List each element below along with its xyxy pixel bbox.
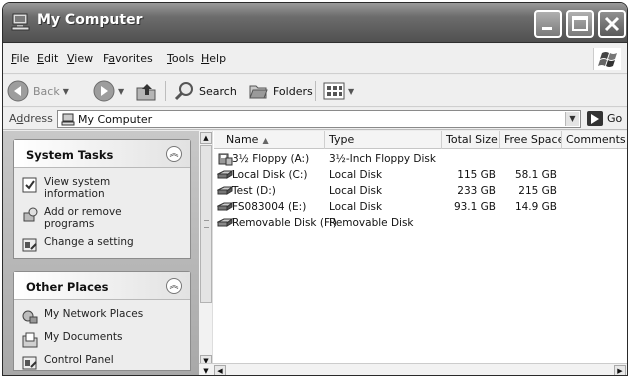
drive-row[interactable]: Local Disk (C:) Local Disk 115 GB 58.1 G… [214,168,627,184]
drive-row[interactable]: Test (D:) Local Disk 233 GB 215 GB [214,184,627,200]
address-input[interactable]: My Computer ▼ [57,110,581,128]
explorer-window: My Computer File Edit View Favorites Too… [2,2,628,376]
task-view-system-info[interactable]: View system information [14,176,190,200]
sort-ascending-icon: ▲ [262,136,269,145]
close-button[interactable] [598,10,626,38]
my-computer-icon [11,13,30,31]
minimize-icon [542,27,552,30]
column-comments[interactable]: Comments [562,131,627,149]
place-control-panel[interactable]: Control Panel [14,354,190,371]
folders-icon [249,85,268,99]
task-change-setting[interactable]: Change a setting [14,236,190,253]
info-icon [22,177,37,193]
floppy-icon [218,153,233,166]
system-tasks-panel: System Tasks ︽ View system information Ad… [13,139,191,259]
collapse-chevron-icon[interactable]: ︽ [166,278,182,294]
back-arrow-icon [7,80,29,102]
toolbar-separator [315,81,316,101]
my-computer-icon [61,113,75,126]
views-dropdown-icon[interactable]: ▼ [348,87,354,96]
toolbar-separator [165,81,166,101]
back-button[interactable]: Back ▼ [7,79,69,103]
views-grid-icon [323,82,345,100]
drive-row[interactable]: 3½ Floppy (A:) 3½-Inch Floppy Disk [214,152,627,168]
disk-icon [217,201,233,211]
maximize-button[interactable] [566,10,594,38]
go-arrow-icon [587,111,603,126]
network-icon [22,310,38,324]
search-icon [174,82,193,101]
control-panel-icon [22,356,37,370]
column-total-size[interactable]: Total Size [442,131,500,149]
scroll-thumb[interactable] [200,145,212,303]
forward-dropdown-icon[interactable]: ▼ [118,87,124,96]
other-places-panel: Other Places ︽ My Network Places My Docu… [13,271,191,371]
address-label: Address [9,112,53,125]
menu-help[interactable]: Help [201,52,226,65]
disk-icon [217,185,233,195]
up-folder-icon [136,84,156,101]
control-panel-icon [22,238,37,252]
column-type[interactable]: Type [325,131,442,149]
menu-file[interactable]: File [11,52,29,65]
search-button[interactable]: Search [173,79,237,103]
column-header: Name ▲ Type Total Size Free Space Comment… [214,131,627,149]
title-bar[interactable]: My Computer [3,3,627,43]
documents-icon [22,332,38,348]
forward-button[interactable]: ▼ [93,79,124,103]
menu-tools[interactable]: Tools [167,52,194,65]
file-list-pane: ▲ ▼ Name ▲ Type Total Size Free Space Com… [199,131,627,375]
removable-icon [217,217,233,227]
task-add-remove-programs[interactable]: Add or remove programs [14,206,190,230]
place-my-documents[interactable]: My Documents [14,331,190,348]
system-tasks-header[interactable]: System Tasks ︽ [14,140,190,168]
vertical-scrollbar[interactable]: ▲ ▼ [199,131,213,367]
minimize-button[interactable] [534,10,562,38]
scroll-right-arrow-icon[interactable]: ▶ [614,365,626,375]
address-dropdown-icon[interactable]: ▼ [565,112,579,126]
other-places-header[interactable]: Other Places ︽ [14,272,190,300]
disk-icon [217,169,233,179]
up-button[interactable] [135,79,157,103]
windows-logo [593,48,621,70]
windows-flag-icon [598,52,617,67]
back-dropdown-icon[interactable]: ▼ [63,87,69,96]
drive-row[interactable]: Removable Disk (F:) Removable Disk [214,216,627,232]
column-name[interactable]: Name ▲ [214,131,325,149]
scroll-down-arrow-icon[interactable]: ▼ [199,365,213,375]
add-remove-icon [23,207,38,222]
maximize-icon [572,16,588,31]
forward-arrow-icon [93,80,115,102]
column-free-space[interactable]: Free Space [500,131,562,149]
scroll-left-arrow-icon[interactable]: ◀ [214,365,226,375]
menu-bar: File Edit View Favorites Tools Help [3,44,627,74]
task-pane: System Tasks ︽ View system information Ad… [3,131,199,375]
place-my-network-places[interactable]: My Network Places [14,308,190,325]
drive-row[interactable]: FS083004 (E:) Local Disk 93.1 GB 14.9 GB [214,200,627,216]
folders-button[interactable]: Folders [247,79,313,103]
window-title: My Computer [37,12,143,28]
menu-view[interactable]: View [67,52,93,65]
close-icon [604,16,620,32]
scroll-up-arrow-icon[interactable]: ▲ [200,132,212,144]
horizontal-scrollbar[interactable]: ▼ ◀ ▶ [199,363,627,375]
go-button[interactable]: Go [587,111,622,126]
menu-edit[interactable]: Edit [37,52,58,65]
views-button[interactable]: ▼ [323,79,354,103]
collapse-chevron-icon[interactable]: ︽ [166,146,182,162]
menu-favorites[interactable]: Favorites [103,52,153,65]
address-bar: Address My Computer ▼ Go [3,108,627,130]
standard-toolbar: Back ▼ ▼ Search Folders ▼ [3,75,627,107]
